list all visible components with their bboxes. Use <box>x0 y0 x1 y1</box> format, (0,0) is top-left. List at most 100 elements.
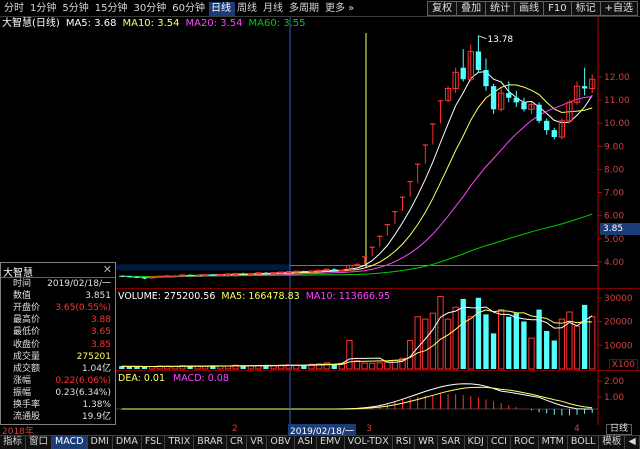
volume-bar <box>346 340 353 370</box>
bottom-control-0[interactable]: 模板 <box>599 436 626 449</box>
volume-bar <box>202 365 209 370</box>
period-tab-6[interactable]: 日线 <box>208 2 235 16</box>
price-tick-label: 8.00 <box>604 165 624 175</box>
indicator-tab-17[interactable]: KDJ <box>465 436 488 449</box>
date-month-4: 4 <box>574 424 580 434</box>
period-tab-8[interactable]: 月线 <box>261 2 287 16</box>
period-tab-0[interactable]: 分时 <box>2 2 28 16</box>
macd-value: MACD: 0.08 <box>173 373 229 384</box>
info-label: 换手率 <box>13 400 41 410</box>
info-row: 数值 3.851 <box>1 291 115 302</box>
indicator-tab-19[interactable]: ROC <box>511 436 539 449</box>
volume-bar <box>422 318 429 370</box>
info-label: 成交量 <box>13 351 41 362</box>
candle-body <box>187 274 193 276</box>
price-panel[interactable]: 12.00 11.00 10.00 9.00 8.00 7.00 6.00 5.00 4.00 1… <box>0 17 640 292</box>
candle-body <box>377 235 383 237</box>
candle-body <box>475 51 482 70</box>
indicator-tab-6[interactable]: TRIX <box>165 436 195 449</box>
indicator-tab-16[interactable]: SAR <box>438 436 465 449</box>
candle-body <box>521 102 527 110</box>
volume-bar <box>544 331 550 369</box>
quote-info-box[interactable]: 大智慧 ✕ 时间 2019/02/18/一 数值 3.851 开盘价 3.65(0.55%… <box>0 262 116 425</box>
indicator-tab-1[interactable]: 窗口 <box>26 436 53 449</box>
indicator-tab-9[interactable]: VR <box>247 436 268 449</box>
period-tag[interactable]: 日线 <box>606 424 633 435</box>
tool-button-1[interactable]: 叠加 <box>456 1 486 16</box>
indicator-tab-0[interactable]: 指标 <box>0 436 27 449</box>
ma20-label: MA20: 3.54 <box>185 18 243 29</box>
tool-button-6[interactable]: +自选 <box>599 1 638 16</box>
indicator-tab-8[interactable]: CR <box>227 436 248 449</box>
period-tab-9[interactable]: 多周期 <box>287 2 323 16</box>
tool-button-0[interactable]: 复权 <box>427 1 457 16</box>
dif-line <box>121 383 593 410</box>
indicator-tab-4[interactable]: DMA <box>113 436 142 449</box>
stock-name: 大智慧(日线) <box>2 18 60 29</box>
tool-button-3[interactable]: 画线 <box>514 1 544 16</box>
current-price-badge: 3.85 <box>600 223 640 235</box>
info-value: 2019/02/18/一 <box>47 279 111 289</box>
ma5-label: MA5: 3.68 <box>65 18 117 29</box>
indicator-tab-3[interactable]: DMI <box>88 436 113 449</box>
tool-button-4[interactable]: F10 <box>543 1 571 16</box>
indicator-tab-10[interactable]: OBV <box>267 436 295 449</box>
info-label: 收盘价 <box>13 339 41 350</box>
price-tick-label: 9.00 <box>604 142 624 152</box>
period-tab-5[interactable]: 60分钟 <box>170 2 209 16</box>
candle-body <box>308 270 315 273</box>
indicator-tab-13[interactable]: VOL-TDX <box>345 436 393 449</box>
candle-body <box>536 104 542 121</box>
candlestick-chart[interactable]: 12.00 11.00 10.00 9.00 8.00 7.00 6.00 5.00 4.00 1… <box>0 17 640 292</box>
candle-body <box>369 246 375 248</box>
candle-body <box>460 67 466 80</box>
period-tabs: 分时 1分钟 5分钟 15分钟 30分钟 60分钟 日线 周线 月线 多周期 更多 » <box>2 2 358 16</box>
period-tab-7[interactable]: 周线 <box>235 2 261 16</box>
candle-body <box>285 271 292 274</box>
indicator-tab-11[interactable]: ASI <box>295 436 317 449</box>
volume-bar <box>467 316 474 370</box>
period-tab-3[interactable]: 15分钟 <box>93 2 132 16</box>
period-tab-4[interactable]: 30分钟 <box>131 2 170 16</box>
date-axis: 2018年 2 2019/02/18/一 3 4 日线 <box>0 424 640 437</box>
candle-body <box>551 130 557 138</box>
candle-body <box>240 273 246 275</box>
volume-bar <box>506 316 512 369</box>
info-label: 涨幅 <box>13 375 32 386</box>
indicator-tab-15[interactable]: WR <box>415 436 439 449</box>
tool-button-2[interactable]: 统计 <box>485 1 515 16</box>
period-tab-2[interactable]: 5分钟 <box>60 2 92 16</box>
period-tab-1[interactable]: 1分钟 <box>28 2 60 16</box>
indicator-tab-5[interactable]: FSL <box>142 436 166 449</box>
info-row: 成交额 1.04亿 <box>1 364 115 375</box>
indicator-tab-18[interactable]: CCI <box>488 436 511 449</box>
price-tick-label: 7.00 <box>604 189 624 199</box>
info-label: 数值 <box>13 291 32 302</box>
volume-bar <box>551 340 557 369</box>
tool-button-5[interactable]: 标记 <box>570 1 600 16</box>
candle-body <box>134 276 140 278</box>
bottom-control-1[interactable]: ◀ <box>625 436 640 449</box>
macd-legend: DEA: 0.01 MACD: 0.08 <box>118 373 229 384</box>
candle-body <box>506 93 512 98</box>
indicator-tab-21[interactable]: BOLL <box>568 436 600 449</box>
indicator-tab-14[interactable]: RSI <box>393 436 416 449</box>
candle-body <box>483 69 489 87</box>
price-tick-label: 12.00 <box>604 73 630 83</box>
indicator-tab-12[interactable]: EMV <box>317 436 345 449</box>
high-marker-label: 13.78 <box>487 35 513 45</box>
info-value: 3.851 <box>85 291 111 302</box>
candle-body <box>407 180 413 183</box>
volume-bar <box>444 318 452 370</box>
info-label: 流通股 <box>13 412 41 423</box>
volume-bar <box>323 362 330 370</box>
candle-body <box>202 274 209 277</box>
volume-ma5: MA5: 166478.83 <box>221 291 300 302</box>
indicator-tab-20[interactable]: MTM <box>539 436 568 449</box>
candle-body <box>384 223 391 226</box>
indicator-tab-2[interactable]: MACD <box>52 436 88 449</box>
indicator-tab-7[interactable]: BRAR <box>194 436 228 449</box>
close-icon[interactable]: ✕ <box>103 263 112 276</box>
info-label: 时间 <box>13 279 32 289</box>
period-tab-10[interactable]: 更多 » <box>323 2 358 16</box>
